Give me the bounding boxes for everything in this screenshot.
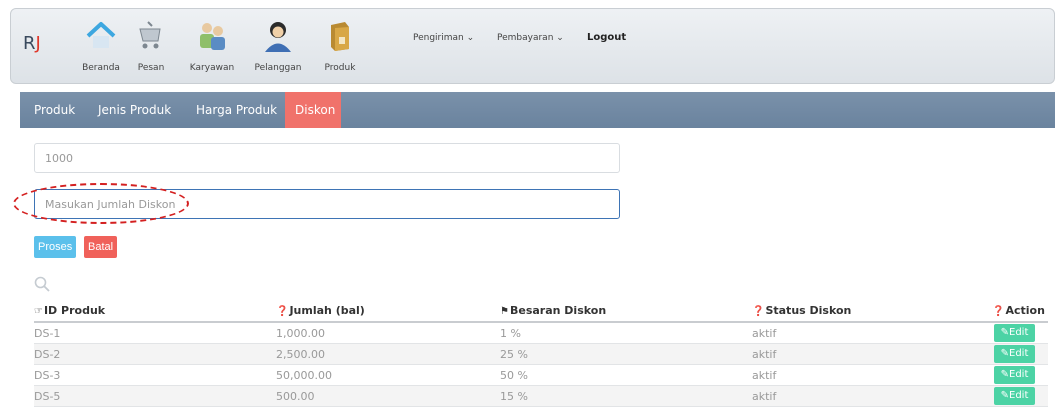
pencil-icon: ✎ [1000,390,1009,401]
nav-item-karyawan[interactable]: Karyawan [182,19,242,73]
nav-label-produk: Produk [324,63,356,73]
tab-diskon[interactable]: Diskon [285,92,341,128]
pembayaran-dropdown[interactable]: Pembayaran ⌄ [497,33,564,43]
tab-bar: Produk Jenis Produk Harga Produk Diskon [20,92,1055,128]
bullhorn-icon: ☞ [34,306,43,317]
edit-button[interactable]: ✎Edit [994,345,1035,363]
table-header: ☞ID Produk ❓Jumlah (bal) ⚑Besaran Diskon… [34,302,1048,323]
info-circle-icon: ❓ [276,306,289,317]
discount-table: ☞ID Produk ❓Jumlah (bal) ⚑Besaran Diskon… [34,302,1048,407]
pencil-icon: ✎ [1000,327,1009,338]
table-row: DS-2 2,500.00 25 % aktif ✎Edit [34,344,1048,365]
question-circle-icon: ❓ [992,306,1005,317]
table-row: DS-5 500.00 15 % aktif ✎Edit [34,386,1048,407]
nav-label-karyawan: Karyawan [189,63,235,73]
annotation-highlight-ellipse [13,183,189,224]
pencil-icon: ✎ [1000,348,1009,359]
tab-jenis-produk[interactable]: Jenis Produk [88,92,181,128]
nav-item-produk[interactable]: Produk [310,19,370,73]
tab-produk[interactable]: Produk [24,92,85,128]
proses-button[interactable]: Proses [34,236,77,258]
top-header: RJ Beranda Pesan Karyawan Pelanggan Prod… [10,8,1055,84]
cell-id: DS-2 [34,348,61,361]
tab-harga-produk[interactable]: Harga Produk [186,92,287,128]
employees-icon [200,23,225,50]
cell-status: aktif [752,348,777,361]
edit-button[interactable]: ✎Edit [994,387,1035,405]
pengiriman-dropdown[interactable]: Pengiriman ⌄ [413,33,474,43]
bookmark-icon: ⚑ [500,306,509,317]
question-circle-icon: ❓ [752,306,765,317]
cart-icon [139,21,161,49]
header-id-produk: ☞ID Produk [34,304,106,317]
nav-item-pelanggan[interactable]: Pelanggan [248,19,308,73]
product-box-icon [331,22,349,51]
amount-input[interactable] [34,143,620,173]
edit-button[interactable]: ✎Edit [994,324,1035,342]
cell-besaran: 15 % [500,390,528,403]
nav-label-pesan: Pesan [137,63,165,73]
edit-button[interactable]: ✎Edit [994,366,1035,384]
cell-besaran: 1 % [500,327,521,340]
cell-id: DS-3 [34,369,61,382]
brand-logo[interactable]: RJ [23,33,41,54]
home-icon [86,22,116,48]
cell-status: aktif [752,390,777,403]
cell-jumlah: 1,000.00 [276,327,325,340]
header-action: ❓Action [992,304,1045,317]
table-row: DS-3 50,000.00 50 % aktif ✎Edit [34,365,1048,386]
cell-status: aktif [752,327,777,340]
nav-item-pesan[interactable]: Pesan [121,19,181,73]
batal-button[interactable]: Batal [84,236,118,258]
header-besaran-diskon: ⚑Besaran Diskon [500,304,607,317]
cell-id: DS-1 [34,327,61,340]
nav-label-pelanggan: Pelanggan [254,63,302,73]
header-jumlah: ❓Jumlah (bal) [276,304,365,317]
cell-jumlah: 500.00 [276,390,315,403]
search-icon[interactable] [34,276,50,292]
pencil-icon: ✎ [1000,369,1009,380]
cell-jumlah: 2,500.00 [276,348,325,361]
cell-besaran: 50 % [500,369,528,382]
cell-jumlah: 50,000.00 [276,369,332,382]
cell-status: aktif [752,369,777,382]
cell-besaran: 25 % [500,348,528,361]
header-status-diskon: ❓Status Diskon [752,304,852,317]
logout-link[interactable]: Logout [587,32,626,43]
table-row: DS-1 1,000.00 1 % aktif ✎Edit [34,323,1048,344]
cell-id: DS-5 [34,390,61,403]
customer-icon [265,22,291,52]
